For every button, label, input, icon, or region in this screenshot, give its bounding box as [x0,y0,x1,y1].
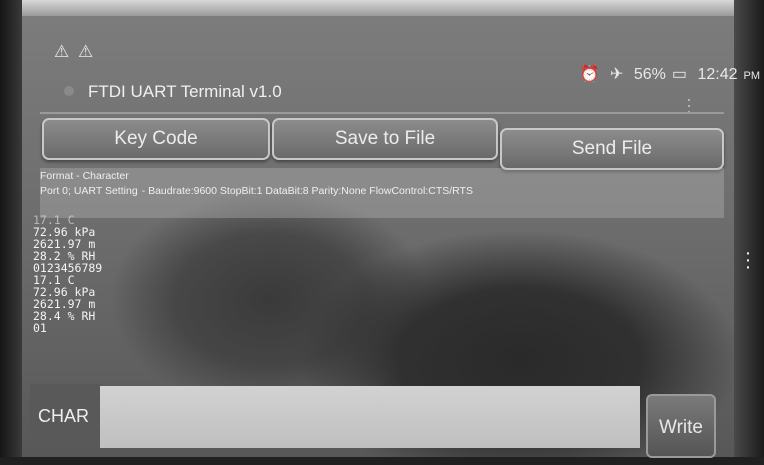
airplane-mode-icon: ✈ [609,66,624,83]
uart-setting-line: Port 0; UART Setting - Baudrate:9600 Stop… [40,185,473,197]
char-mode-label[interactable]: CHAR [30,384,102,448]
device-bezel-bottom [0,457,764,465]
terminal-line: 28.4 % RH [33,309,96,323]
uart-setting-values: - Baudrate:9600 StopBit:1 DataBit:8 Pari… [141,185,473,197]
clock-time: 12:42 [697,66,738,83]
save-to-file-button[interactable]: Save to File [272,118,498,160]
key-code-button[interactable]: Key Code [42,118,270,160]
battery-icon: ▭ [671,66,687,83]
device-bezel-top [0,0,764,16]
alarm-icon: ⏰ [579,66,600,83]
clock-ampm: PM [743,70,761,82]
device-bezel-left [0,0,22,465]
app-icon [64,86,74,96]
app-title: FTDI UART Terminal v1.0 [88,82,282,101]
status-indicators: ⏰ ✈ 56% ▭ 12:42 PM [574,64,760,84]
terminal-line: 17.1 C [33,213,75,227]
write-button[interactable]: Write [646,394,716,458]
format-label: Format - Character [40,170,129,182]
port-label: Port 0; UART Setting [40,185,138,197]
write-input[interactable] [100,386,640,448]
warning-icon: ⚠ ⚠ [54,42,96,61]
terminal-output: 17.1 C 72.96 kPa 2621.97 m 28.2 % RH 012… [33,214,233,334]
format-info-panel: Format - Character Port 0; UART Setting -… [40,168,724,218]
send-file-button[interactable]: Send File [500,128,724,170]
terminal-line: 01 [33,321,47,335]
battery-percent: 56% [633,66,666,83]
side-overflow-icon[interactable]: · · · [743,243,753,277]
title-divider [40,112,724,114]
status-bar: ⚠ ⚠ ⏰ ✈ 56% ▭ 12:42 PM [40,38,760,83]
